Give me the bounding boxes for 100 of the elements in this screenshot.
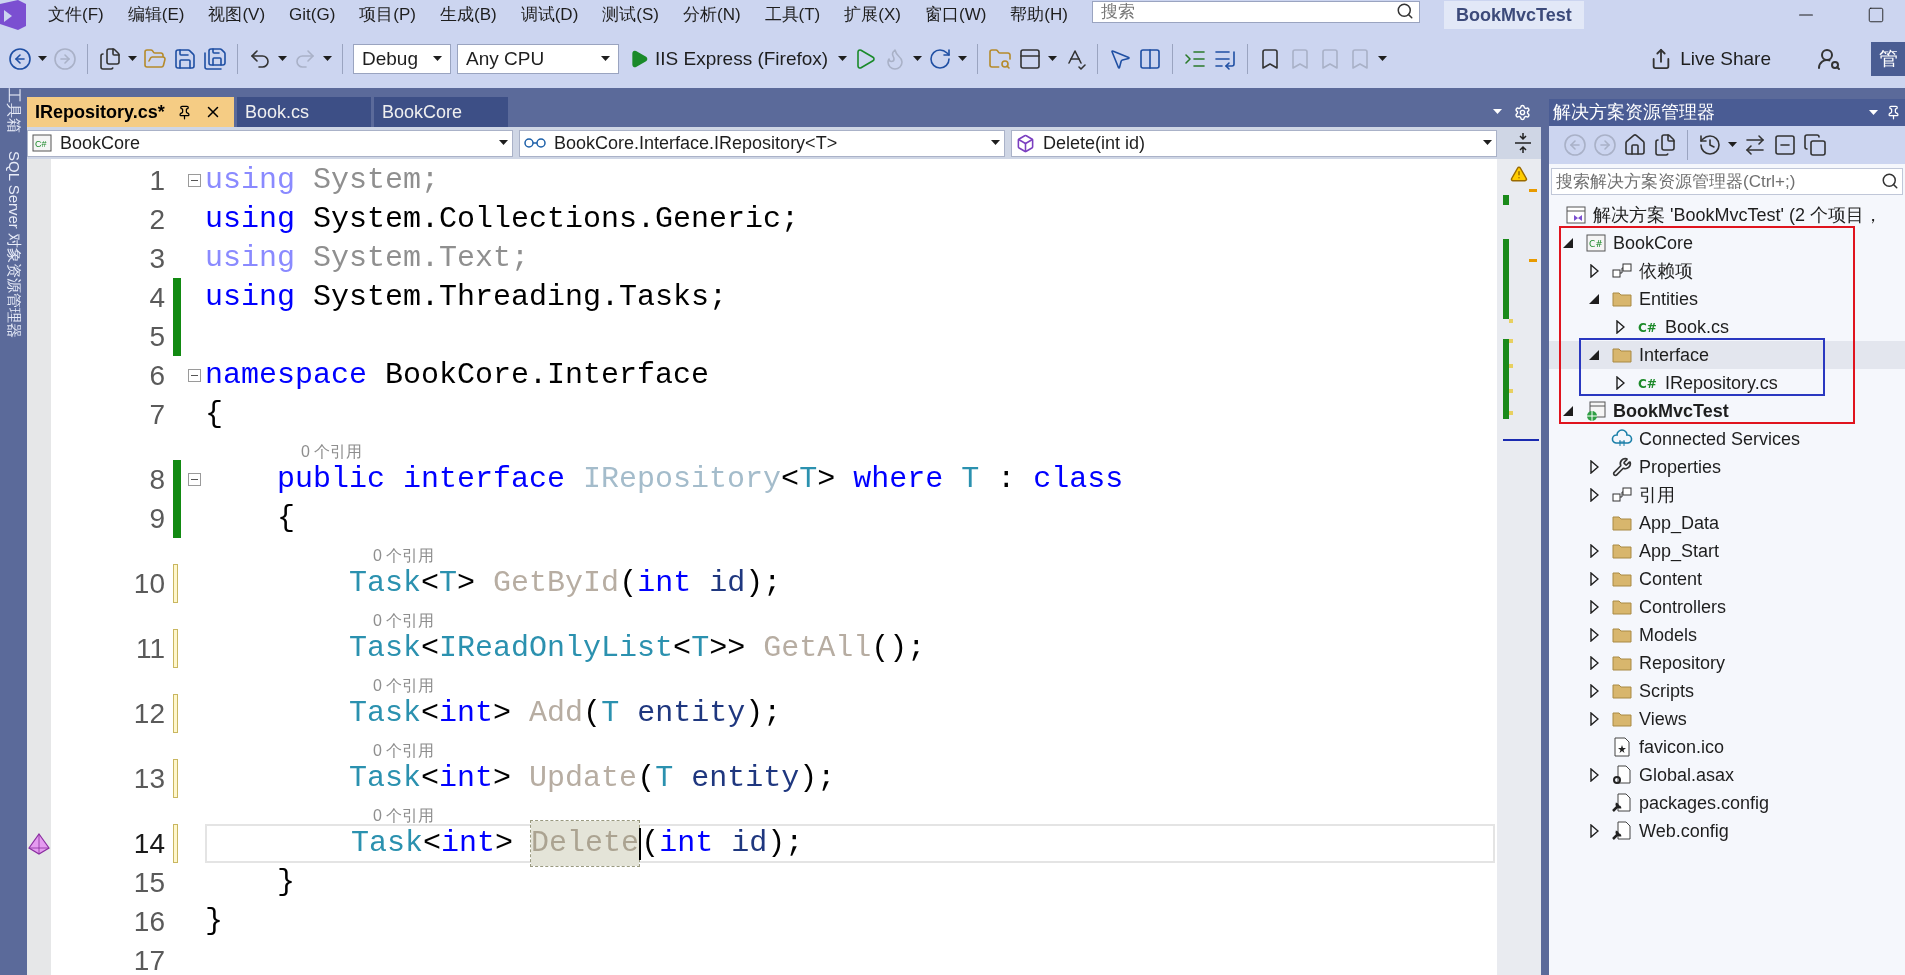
- tree-row[interactable]: App_Start: [1549, 537, 1905, 565]
- warning-icon[interactable]: [1510, 165, 1528, 183]
- tree-row[interactable]: C# IRepository.cs: [1549, 369, 1905, 397]
- collapsed-arrow-icon[interactable]: [1589, 628, 1599, 642]
- caret-icon[interactable]: [128, 56, 137, 62]
- tree-row[interactable]: Scripts: [1549, 677, 1905, 705]
- menu-item[interactable]: 工具(T): [752, 2, 833, 28]
- menu-item[interactable]: 分析(N): [670, 2, 753, 28]
- menu-item[interactable]: 视图(V): [196, 2, 278, 28]
- collapsed-arrow-icon[interactable]: [1589, 460, 1599, 474]
- explorer-search-field[interactable]: 搜索解决方案资源管理器(Ctrl+;): [1551, 168, 1903, 195]
- tree-row[interactable]: Properties: [1549, 453, 1905, 481]
- caret-icon[interactable]: [1048, 56, 1058, 62]
- collapsed-arrow-icon[interactable]: [1615, 376, 1625, 390]
- history-icon[interactable]: [1698, 133, 1722, 157]
- app-logo-icon[interactable]: [0, 0, 26, 30]
- expanded-arrow-icon[interactable]: [1563, 406, 1573, 416]
- menu-item[interactable]: Git(G): [277, 2, 348, 28]
- collapsed-arrow-icon[interactable]: [1615, 320, 1625, 334]
- caret-icon[interactable]: [601, 56, 610, 62]
- tree-row[interactable]: packages.config: [1549, 789, 1905, 817]
- tree-row[interactable]: Interface: [1549, 341, 1905, 369]
- side-tab[interactable]: SQL Server 对象资源管理器: [2, 151, 25, 338]
- tree-row[interactable]: Models: [1549, 621, 1905, 649]
- tree-row[interactable]: 依赖项: [1549, 257, 1905, 285]
- collapse-icon[interactable]: [187, 369, 201, 382]
- caret-icon[interactable]: [991, 140, 1000, 146]
- menu-item[interactable]: 项目(P): [347, 2, 428, 28]
- collapsed-arrow-icon[interactable]: [1589, 712, 1599, 726]
- menu-item[interactable]: 帮助(H): [998, 2, 1080, 28]
- search-icon[interactable]: [1881, 172, 1899, 190]
- collapsed-arrow-icon[interactable]: [1589, 572, 1599, 586]
- menu-item[interactable]: 测试(S): [590, 2, 671, 28]
- collapsed-arrow-icon[interactable]: [1589, 600, 1599, 614]
- collapsed-arrow-icon[interactable]: [1589, 264, 1599, 278]
- caret-icon[interactable]: [433, 56, 442, 62]
- collapsed-arrow-icon[interactable]: [1589, 824, 1599, 838]
- split-icon[interactable]: [1138, 47, 1163, 71]
- sync-icon[interactable]: [1743, 133, 1767, 157]
- expanded-arrow-icon[interactable]: [1563, 238, 1573, 248]
- run-button[interactable]: IIS Express (Firefox): [625, 44, 833, 74]
- tree-row[interactable]: Connected Services: [1549, 425, 1905, 453]
- caret-icon[interactable]: [323, 56, 332, 62]
- collapsed-arrow-icon[interactable]: [1589, 768, 1599, 782]
- caret-icon[interactable]: [1378, 56, 1388, 62]
- maximize-icon[interactable]: [1867, 6, 1885, 24]
- tab-list-icon[interactable]: [1493, 109, 1502, 115]
- window-icon[interactable]: [1018, 47, 1043, 71]
- editor-tab[interactable]: BookCore: [374, 97, 508, 127]
- save-all-icon[interactable]: [203, 47, 227, 71]
- collapsed-arrow-icon[interactable]: [1589, 656, 1599, 670]
- live-share-button[interactable]: Live Share: [1650, 44, 1771, 74]
- expanded-arrow-icon[interactable]: [1589, 294, 1599, 304]
- expanded-arrow-icon[interactable]: [1589, 350, 1599, 360]
- caret-icon[interactable]: [838, 56, 848, 62]
- tree-row[interactable]: C# BookCore: [1549, 229, 1905, 257]
- search-icon[interactable]: [1395, 2, 1414, 20]
- platform-dropdown[interactable]: Any CPU: [457, 44, 619, 74]
- tree-row[interactable]: Views: [1549, 705, 1905, 733]
- menu-item[interactable]: 窗口(W): [912, 2, 999, 28]
- menu-item[interactable]: 调试(D): [508, 2, 591, 28]
- tree-row[interactable]: Content: [1549, 565, 1905, 593]
- manage-button[interactable]: 管: [1871, 42, 1905, 76]
- editor-tab[interactable]: IRepository.cs*: [27, 97, 234, 127]
- tree-row[interactable]: App_Data: [1549, 509, 1905, 537]
- configuration-dropdown[interactable]: Debug: [353, 44, 451, 74]
- split-window-icon[interactable]: [1513, 132, 1533, 154]
- save-icon[interactable]: [173, 47, 197, 71]
- navigation-dropdown[interactable]: BookCore.Interface.IRepository<T>: [519, 129, 1005, 157]
- tree-row[interactable]: Global.asax: [1549, 761, 1905, 789]
- collapsed-arrow-icon[interactable]: [1589, 488, 1599, 502]
- collapse-icon[interactable]: [187, 174, 201, 187]
- menu-item[interactable]: 文件(F): [36, 2, 116, 28]
- caret-icon[interactable]: [499, 140, 508, 146]
- panel-menu-icon[interactable]: [1869, 109, 1878, 116]
- new-project-icon[interactable]: [98, 47, 122, 71]
- menu-item[interactable]: 编辑(E): [115, 2, 197, 28]
- navigation-dropdown[interactable]: Delete(int id): [1011, 129, 1497, 157]
- collapsed-arrow-icon[interactable]: [1589, 684, 1599, 698]
- refresh-icon[interactable]: [928, 47, 953, 71]
- caret-icon[interactable]: [38, 56, 47, 62]
- navigation-dropdown[interactable]: C# BookCore: [27, 129, 513, 157]
- tree-row[interactable]: Controllers: [1549, 593, 1905, 621]
- tree-row[interactable]: Repository: [1549, 649, 1905, 677]
- tree-row[interactable]: C# Book.cs: [1549, 313, 1905, 341]
- side-tab[interactable]: 工具箱: [2, 88, 25, 133]
- pin-icon[interactable]: [1886, 105, 1901, 120]
- editor-tab[interactable]: Book.cs: [237, 97, 371, 127]
- home-icon[interactable]: [1623, 133, 1647, 157]
- copy-icon[interactable]: [1803, 133, 1827, 157]
- tree-item[interactable]: 解决方案 'BookMvcTest' (2 个项目，: [1593, 201, 1882, 229]
- tree-row[interactable]: BookMvcTest: [1549, 397, 1905, 425]
- tree-row[interactable]: Web.config: [1549, 817, 1905, 845]
- collapse-all-icon[interactable]: [1773, 133, 1797, 157]
- caret-icon[interactable]: [1483, 140, 1492, 146]
- collapse-icon[interactable]: [187, 473, 201, 486]
- caret-icon[interactable]: [913, 56, 923, 62]
- menu-item[interactable]: 扩展(X): [832, 2, 913, 28]
- collapsed-arrow-icon[interactable]: [1589, 544, 1599, 558]
- pin-icon[interactable]: [176, 104, 192, 120]
